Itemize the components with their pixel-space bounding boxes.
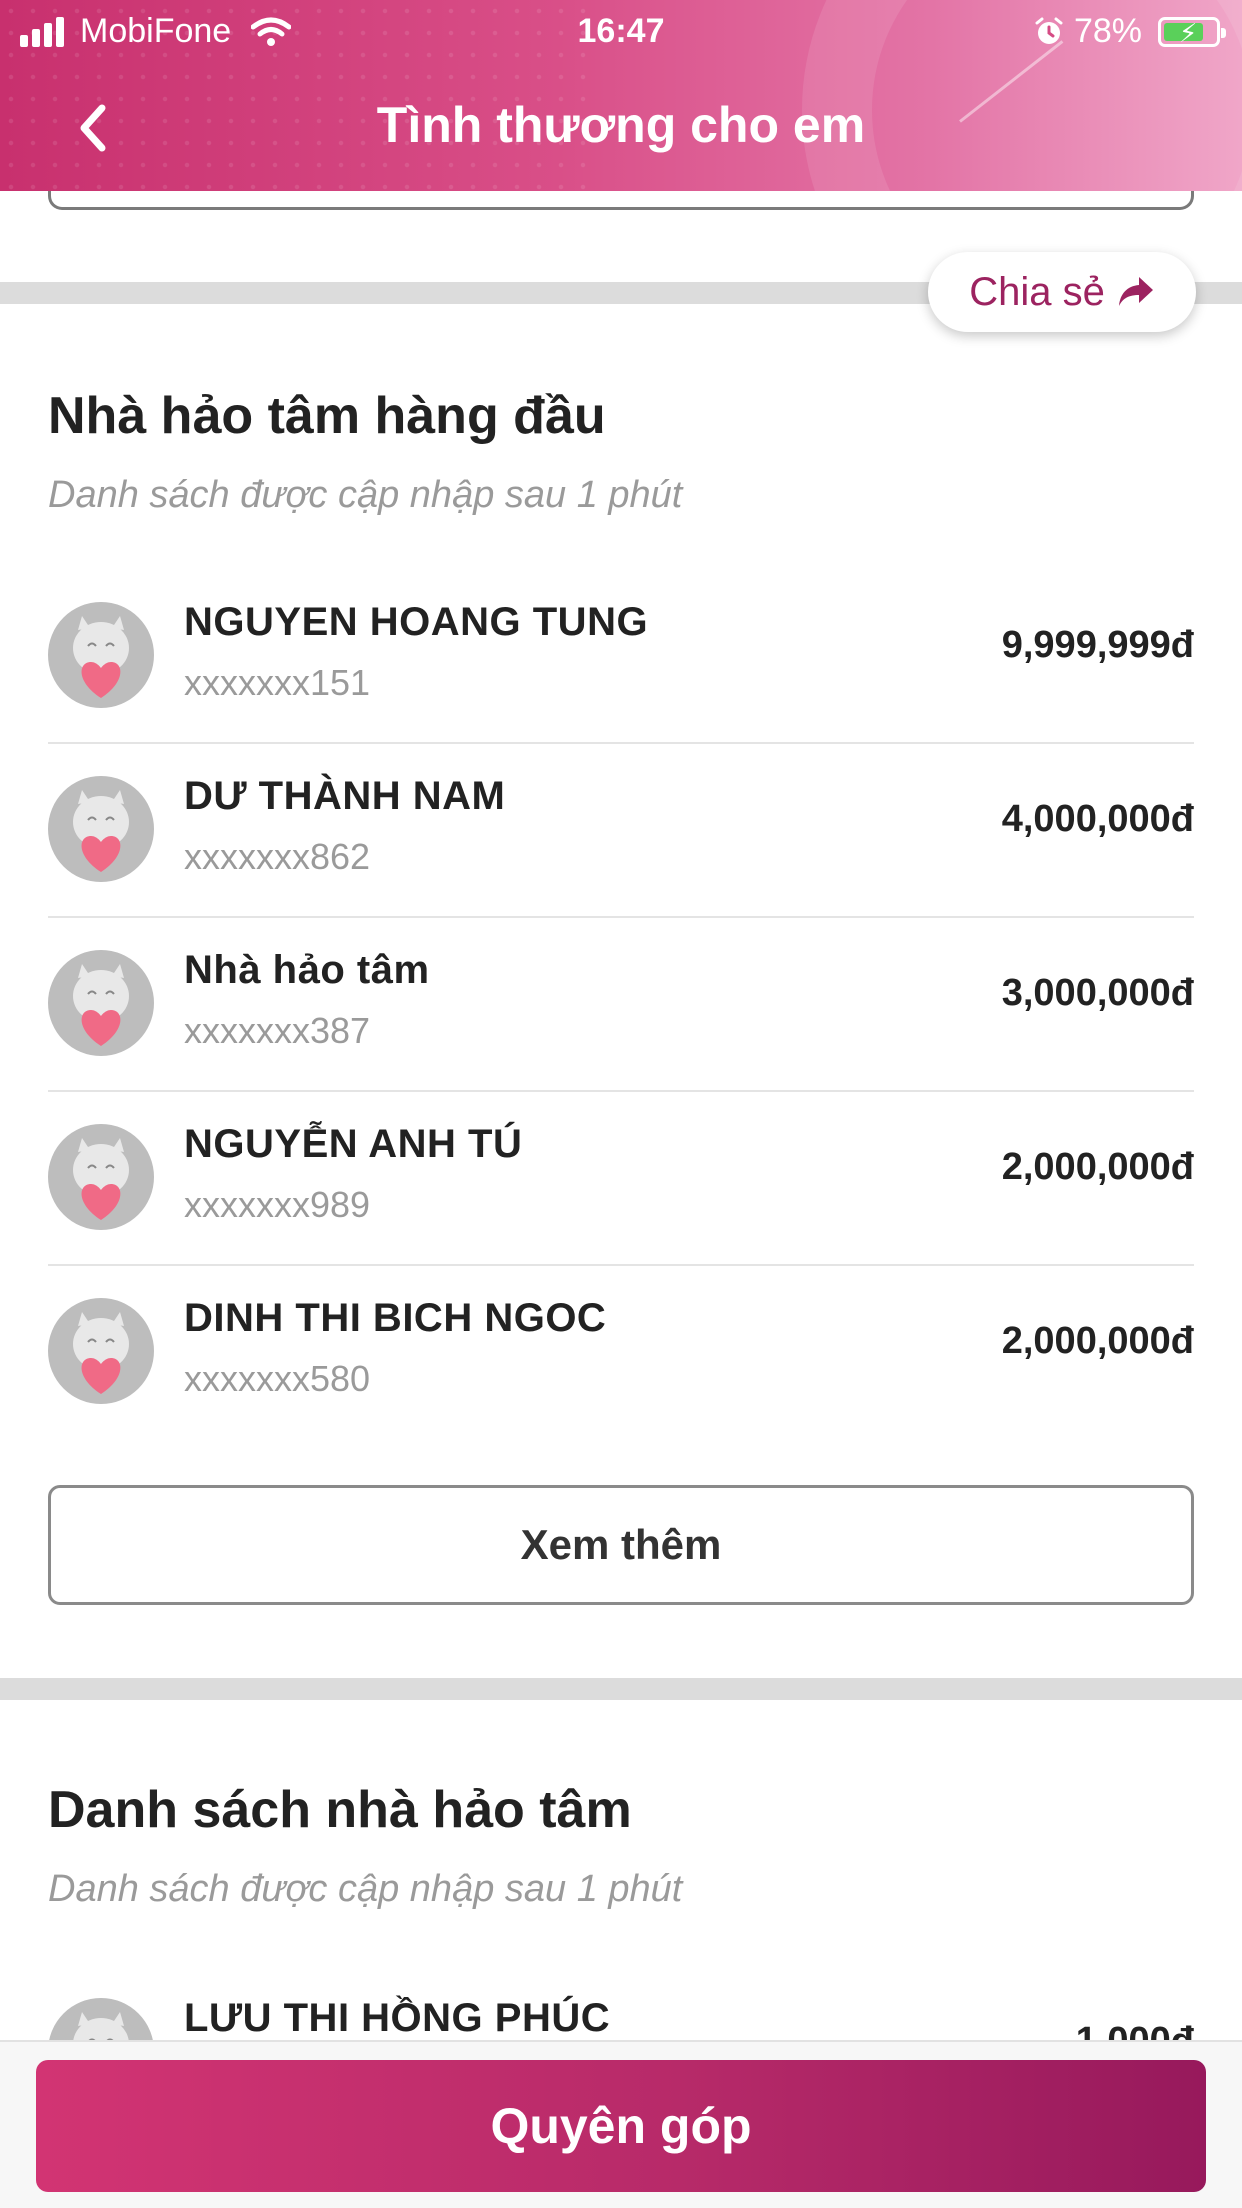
section-separator	[0, 1678, 1242, 1700]
battery-percent: 78%	[1073, 12, 1142, 50]
donor-amount: 2,000,000đ	[1001, 1146, 1194, 1188]
status-right: 78% ⚡	[1034, 12, 1226, 51]
mascot-heart-icon	[73, 616, 129, 698]
donor-name: NGUYEN HOANG TUNG	[184, 600, 649, 644]
avatar	[48, 602, 154, 708]
battery-icon: ⚡	[1158, 16, 1226, 48]
donor-name: DƯ THÀNH NAM	[184, 774, 506, 818]
donor-row[interactable]: NGUYỄN ANH TÚ xxxxxxx989 2,000,000đ	[48, 1092, 1194, 1266]
donor-phone: xxxxxxx387	[184, 1010, 371, 1051]
avatar	[48, 950, 154, 1056]
avatar	[48, 1124, 154, 1230]
share-button[interactable]: Chia sẻ	[928, 252, 1196, 332]
donor-name: NGUYỄN ANH TÚ	[184, 1122, 523, 1166]
donor-phone: xxxxxxx151	[184, 662, 371, 703]
donor-phone: xxxxxxx862	[184, 836, 371, 877]
donor-row[interactable]: DINH THI BICH NGOC xxxxxxx580 2,000,000đ	[48, 1266, 1194, 1440]
donor-name: DINH THI BICH NGOC	[184, 1296, 607, 1340]
donor-list-title: Danh sách nhà hảo tâm	[48, 1781, 632, 1839]
donor-row[interactable]: Nhà hảo tâm xxxxxxx387 3,000,000đ	[48, 918, 1194, 1092]
donor-row[interactable]: DƯ THÀNH NAM xxxxxxx862 4,000,000đ	[48, 744, 1194, 918]
mascot-heart-icon	[73, 1312, 129, 1394]
donor-name: Nhà hảo tâm	[184, 948, 430, 992]
app-header: MobiFone 16:47 78% ⚡ Tình thương cho em	[0, 0, 1242, 191]
avatar	[48, 1298, 154, 1404]
donor-name: LƯU THI HỒNG PHÚC	[184, 1996, 611, 2040]
donor-list-subtitle: Danh sách được cập nhập sau 1 phút	[48, 1868, 683, 1910]
bottom-action-bar: Quyên góp	[0, 2040, 1242, 2208]
share-arrow-icon	[1118, 277, 1153, 306]
donate-button[interactable]: Quyên góp	[36, 2060, 1206, 2192]
mascot-heart-icon	[73, 790, 129, 872]
share-label: Chia sẻ	[969, 269, 1105, 314]
donor-amount: 4,000,000đ	[1001, 798, 1194, 840]
see-more-button[interactable]: Xem thêm	[48, 1485, 1194, 1605]
top-donors-title: Nhà hảo tâm hàng đầu	[48, 387, 606, 445]
donor-amount: 9,999,999đ	[1001, 624, 1194, 666]
page-title: Tình thương cho em	[376, 97, 866, 153]
donor-row[interactable]: NGUYEN HOANG TUNG xxxxxxx151 9,999,999đ	[48, 570, 1194, 744]
status-bar: MobiFone 16:47 78% ⚡	[0, 0, 1242, 62]
mascot-heart-icon	[73, 964, 129, 1046]
alarm-icon	[1035, 17, 1063, 44]
donor-phone: xxxxxxx989	[184, 1184, 371, 1225]
donor-phone: xxxxxxx580	[184, 1358, 371, 1399]
donor-amount: 3,000,000đ	[1001, 972, 1194, 1014]
donor-amount: 2,000,000đ	[1001, 1320, 1194, 1362]
top-donors-subtitle: Danh sách được cập nhập sau 1 phút	[48, 474, 683, 516]
mascot-heart-icon	[73, 1138, 129, 1220]
avatar	[48, 776, 154, 882]
